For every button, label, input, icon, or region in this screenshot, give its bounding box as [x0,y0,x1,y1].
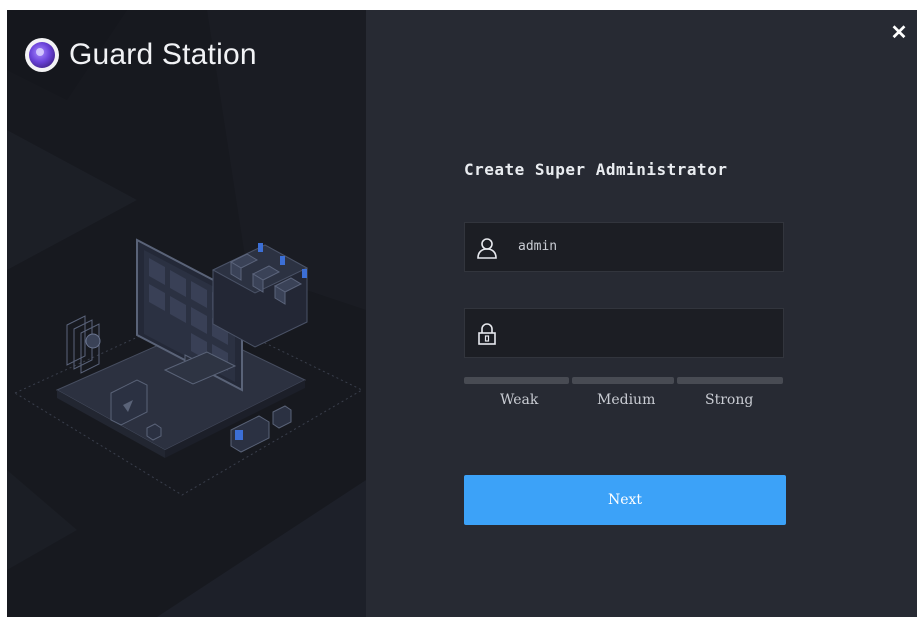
username-value: admin [518,239,558,254]
strength-bar-weak [464,377,569,384]
guard-station-logo [25,38,59,72]
strength-bar-strong [677,377,783,384]
app-brand: Guard Station [25,38,257,72]
setup-window: Guard Station ✕ Create Super Administrat… [7,10,917,617]
strength-bar-medium [572,377,674,384]
password-strength-meter [464,377,784,384]
password-input[interactable] [513,319,777,349]
form-panel: ✕ Create Super Administrator admin Weak … [366,10,917,617]
app-title: Guard Station [69,38,257,71]
form-title: Create Super Administrator [464,160,728,179]
surveillance-illustration [13,238,364,496]
strength-label-medium: Medium [597,392,656,408]
username-field[interactable]: admin [464,222,784,272]
strength-label-weak: Weak [500,392,539,408]
password-field[interactable] [464,308,784,358]
user-icon [477,238,497,259]
next-button[interactable]: Next [464,475,786,525]
illustration-panel: Guard Station [7,10,366,617]
lock-icon [478,323,496,345]
close-icon[interactable]: ✕ [889,20,909,45]
strength-label-strong: Strong [705,392,754,408]
